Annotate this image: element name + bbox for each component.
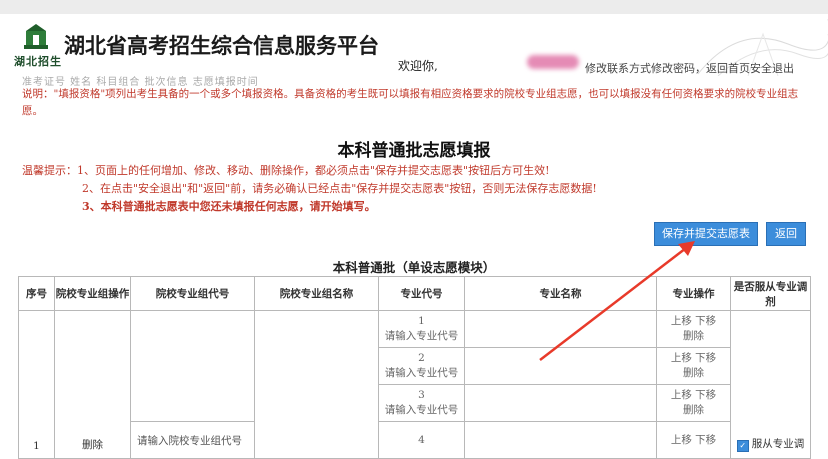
site-title: 湖北省高考招生综合信息服务平台 xyxy=(64,34,379,58)
major-code-input-4[interactable]: 4 xyxy=(378,421,465,459)
major-name-cell-1 xyxy=(464,310,657,348)
site-logo: 湖北招生 xyxy=(14,23,61,71)
major-ops-4[interactable]: 上移 下移 xyxy=(656,421,731,459)
back-button[interactable]: 返回 xyxy=(766,222,806,246)
header-links[interactable]: 修改联系方式修改密码，返回首页安全退出 xyxy=(585,60,794,76)
tip-3: 3、本科普通批志愿表中您还未填报任何志愿，请开始填写。 xyxy=(82,200,376,213)
col-index: 序号 xyxy=(18,276,55,311)
table-row: 请输入院校专业组代号 4 上移 下移 xyxy=(19,421,811,459)
user-name-redacted xyxy=(527,55,579,69)
group-code-input[interactable]: 请输入院校专业组代号 xyxy=(130,421,255,459)
col-major-op: 专业操作 xyxy=(656,276,731,311)
volunteer-table: 序号 院校专业组操作 院校专业组代号 院校专业组名称 专业代号 专业名称 专业操… xyxy=(18,276,811,459)
major-name-cell-3 xyxy=(464,384,657,422)
major-code-input-1[interactable]: 1 请输入专业代号 xyxy=(378,310,465,348)
col-group-code: 院校专业组代号 xyxy=(130,276,255,311)
group-code-empty xyxy=(130,310,255,422)
group-name-cell xyxy=(254,310,379,459)
row-index: 1 xyxy=(18,310,55,459)
tip-2: 2、在点击"安全退出"和"返回"前，请务必确认已经点击"保存并提交志愿表"按钮，… xyxy=(82,182,597,195)
col-major-code: 专业代号 xyxy=(378,276,465,311)
col-group-op: 院校专业组操作 xyxy=(54,276,131,311)
major-code-input-2[interactable]: 2 请输入专业代号 xyxy=(378,347,465,385)
table-title: 本科普通批（单设志愿模块） xyxy=(332,260,496,275)
page-title: 本科普通批志愿填报 xyxy=(337,141,491,161)
table-row: 1 删除 1 请输入专业代号 上移 下移 删除 ✓ 服从专业调 xyxy=(18,310,811,459)
major-name-cell-4 xyxy=(464,421,657,459)
save-submit-button[interactable]: 保存并提交志愿表 xyxy=(654,222,758,246)
col-major-name: 专业名称 xyxy=(464,276,657,311)
tip-1: 温馨提示：1、页面上的任何增加、修改、移动、删除操作，都必须点击"保存并提交志愿… xyxy=(22,164,550,177)
col-group-name: 院校专业组名称 xyxy=(254,276,379,311)
major-ops-2[interactable]: 上移 下移 删除 xyxy=(656,347,731,385)
header: 湖北招生 湖北省高考招生综合信息服务平台 欢迎你, 修改联系方式修改密码，返回首… xyxy=(0,14,828,76)
major-ops-1[interactable]: 上移 下移 删除 xyxy=(656,310,731,348)
col-obey-adjust: 是否服从专业调剂 xyxy=(730,276,811,311)
top-strip xyxy=(0,0,828,14)
checkbox-checked-icon[interactable]: ✓ xyxy=(736,440,749,452)
table-header-row: 序号 院校专业组操作 院校专业组代号 院校专业组名称 专业代号 专业名称 专业操… xyxy=(18,276,811,311)
welcome-text: 欢迎你, xyxy=(398,59,438,73)
warm-tips: 温馨提示：1、页面上的任何增加、修改、移动、删除操作，都必须点击"保存并提交志愿… xyxy=(22,162,597,216)
group-delete-link[interactable]: 删除 xyxy=(54,310,131,459)
logo-emblem-icon xyxy=(24,24,48,49)
obey-adjust-cell[interactable]: ✓ 服从专业调 xyxy=(730,310,811,459)
major-code-input-3[interactable]: 3 请输入专业代号 xyxy=(378,384,465,422)
major-ops-3[interactable]: 上移 下移 删除 xyxy=(656,384,731,422)
logo-text: 湖北招生 xyxy=(14,55,62,68)
qualification-note: 说明："填报资格"项列出考生具备的一个或多个填报资格。具备资格的考生既可以填报有… xyxy=(22,88,799,117)
major-name-cell-2 xyxy=(464,347,657,385)
